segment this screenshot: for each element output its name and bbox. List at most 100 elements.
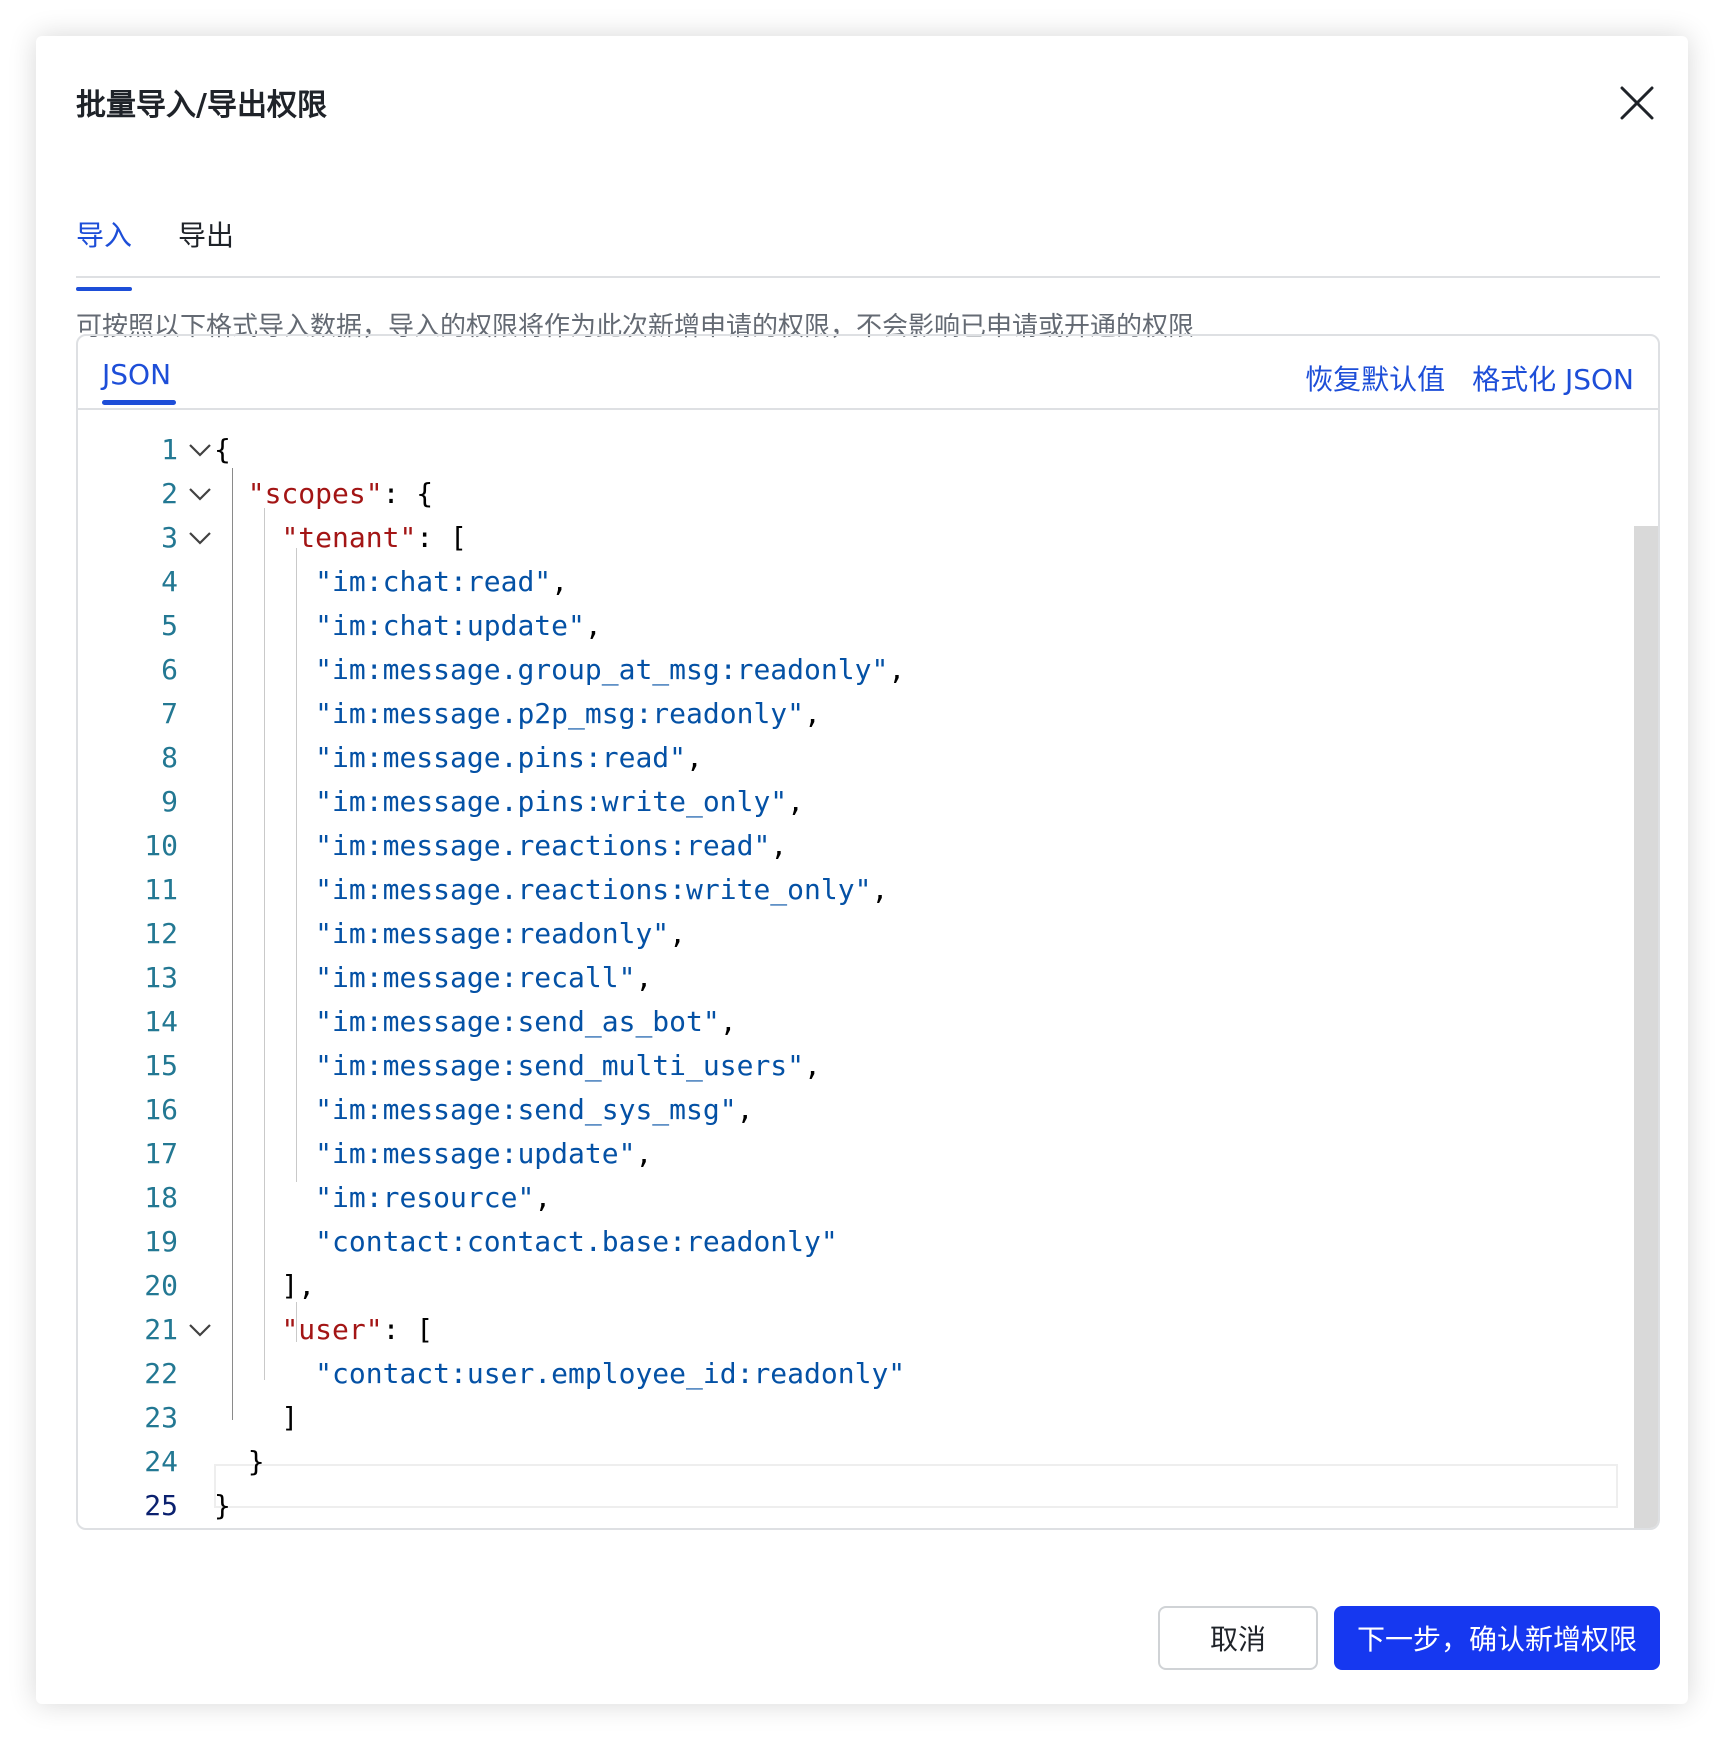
code-text: "im:message:send_multi_users", — [214, 1044, 821, 1088]
code-line: 24 } — [78, 1440, 1618, 1484]
code-line: 10 "im:message.reactions:read", — [78, 824, 1618, 868]
json-string: "im:message.pins:read" — [315, 741, 687, 774]
line-number: 12 — [144, 917, 178, 950]
code-text: "user": [ — [214, 1308, 433, 1352]
line-number: 25 — [144, 1489, 178, 1522]
line-number: 7 — [161, 697, 178, 730]
editor-scrollbar[interactable] — [1634, 526, 1658, 1528]
json-string: "contact:user.employee_id:readonly" — [315, 1357, 906, 1390]
next-confirm-button[interactable]: 下一步，确认新增权限 — [1334, 1606, 1660, 1670]
json-punctuation — [214, 873, 315, 906]
dialog-title: 批量导入/导出权限 — [76, 88, 327, 123]
line-number: 20 — [144, 1269, 178, 1302]
tab-export[interactable]: 导出 — [178, 214, 234, 254]
json-punctuation: , — [686, 741, 703, 774]
json-string: "contact:contact.base:readonly" — [315, 1225, 838, 1258]
code-text: "im:message.group_at_msg:readonly", — [214, 648, 905, 692]
line-number: 6 — [161, 653, 178, 686]
json-punctuation: : [ — [382, 1313, 434, 1346]
json-punctuation — [214, 1049, 315, 1082]
json-punctuation — [214, 1357, 315, 1390]
line-number: 11 — [144, 873, 178, 906]
code-text: "contact:user.employee_id:readonly" — [214, 1352, 905, 1396]
json-punctuation — [214, 741, 315, 774]
chevron-down-icon[interactable] — [186, 1316, 214, 1344]
code-line: 6 "im:message.group_at_msg:readonly", — [78, 648, 1618, 692]
line-number: 9 — [161, 785, 178, 818]
json-punctuation — [214, 521, 281, 554]
code-text: } — [214, 1484, 231, 1528]
code-text: "im:message.p2p_msg:readonly", — [214, 692, 821, 736]
json-punctuation: , — [669, 917, 687, 950]
chevron-down-icon[interactable] — [186, 480, 214, 508]
json-punctuation — [214, 1005, 315, 1038]
code-text: "im:message:update", — [214, 1132, 652, 1176]
json-punctuation: , — [804, 697, 821, 730]
json-punctuation: , — [635, 1137, 653, 1170]
json-punctuation: } — [214, 1445, 265, 1478]
code-line: 1{ — [78, 428, 1618, 472]
json-string: "im:resource" — [315, 1181, 535, 1214]
json-punctuation: , — [551, 565, 569, 598]
json-punctuation: : { — [382, 477, 434, 510]
code-line: 12 "im:message:readonly", — [78, 912, 1618, 956]
json-punctuation: , — [804, 1049, 821, 1082]
mode-tabs: 导入 导出 — [76, 176, 1660, 291]
json-punctuation — [214, 917, 315, 950]
code-line: 20 ], — [78, 1264, 1618, 1308]
json-punctuation: , — [888, 653, 906, 686]
code-text: "im:message:readonly", — [214, 912, 686, 956]
editor-actions: 恢复默认值 格式化 JSON — [1287, 358, 1634, 398]
json-punctuation: , — [719, 1005, 737, 1038]
json-key: "tenant" — [281, 521, 417, 554]
line-number: 5 — [161, 609, 178, 642]
code-line: 13 "im:message:recall", — [78, 956, 1618, 1000]
code-text: ], — [214, 1264, 315, 1308]
line-number: 16 — [144, 1093, 178, 1126]
code-line: 5 "im:chat:update", — [78, 604, 1618, 648]
json-punctuation — [214, 697, 315, 730]
line-number: 24 — [144, 1445, 178, 1478]
code-line: 11 "im:message.reactions:write_only", — [78, 868, 1618, 912]
code-text: "im:message:send_sys_msg", — [214, 1088, 753, 1132]
chevron-down-icon[interactable] — [186, 524, 214, 552]
code-text: "im:chat:update", — [214, 604, 602, 648]
format-json-button[interactable]: 格式化 JSON — [1472, 363, 1634, 396]
json-punctuation — [214, 653, 315, 686]
reset-default-button[interactable]: 恢复默认值 — [1305, 363, 1445, 396]
json-string: "im:message.reactions:read" — [315, 829, 771, 862]
code-text: "tenant": [ — [214, 516, 467, 560]
line-number: 18 — [144, 1181, 178, 1214]
json-punctuation: ] — [214, 1401, 299, 1434]
json-punctuation: : [ — [416, 521, 467, 554]
code-editor[interactable]: 1{2 "scopes": {3 "tenant": [4 "im:chat:r… — [78, 410, 1658, 1528]
code-line: 22 "contact:user.employee_id:readonly" — [78, 1352, 1618, 1396]
json-punctuation: , — [871, 873, 889, 906]
json-punctuation — [214, 961, 315, 994]
editor-header: JSON 恢复默认值 格式化 JSON — [78, 336, 1658, 410]
code-text: "im:chat:read", — [214, 560, 568, 604]
code-line: 14 "im:message:send_as_bot", — [78, 1000, 1618, 1044]
json-punctuation — [214, 785, 315, 818]
tab-import[interactable]: 导入 — [76, 214, 132, 291]
json-tab-indicator — [102, 400, 176, 405]
json-key: "scopes" — [247, 477, 383, 510]
close-icon[interactable] — [1616, 82, 1658, 124]
json-punctuation: } — [214, 1489, 231, 1522]
json-punctuation — [214, 829, 315, 862]
code-line: 23 ] — [78, 1396, 1618, 1440]
json-string: "im:chat:update" — [315, 609, 585, 642]
line-number: 4 — [161, 565, 178, 598]
line-number: 15 — [144, 1049, 178, 1082]
line-number: 21 — [144, 1313, 178, 1346]
code-text: } — [214, 1440, 265, 1484]
json-punctuation: , — [736, 1093, 754, 1126]
line-number: 22 — [144, 1357, 178, 1390]
json-tab[interactable]: JSON — [102, 358, 171, 391]
json-string: "im:message:send_multi_users" — [315, 1049, 805, 1082]
cancel-button[interactable]: 取消 — [1158, 1606, 1318, 1670]
json-string: "im:message:send_sys_msg" — [315, 1093, 737, 1126]
code-text: "im:message:send_as_bot", — [214, 1000, 737, 1044]
json-punctuation: , — [584, 609, 602, 642]
chevron-down-icon[interactable] — [186, 436, 214, 464]
